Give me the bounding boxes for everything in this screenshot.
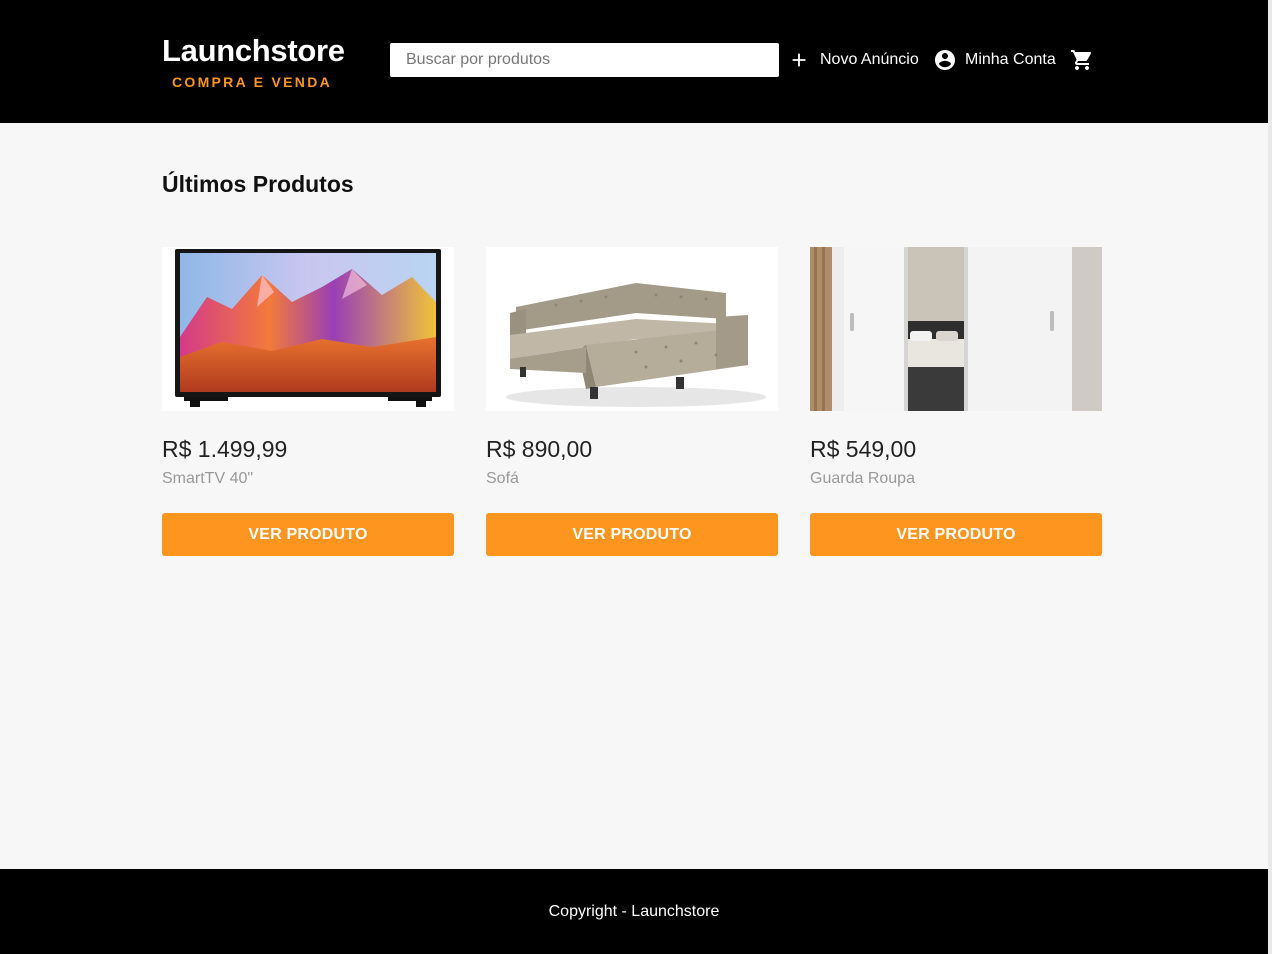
view-product-button[interactable]: VER PRODUTO [486,513,778,556]
new-ad-label: Novo Anúncio [820,51,919,68]
product-price: R$ 549,00 [810,436,917,462]
page-footer: Copyright - Launchstore [0,869,1268,954]
section-title: Últimos Produtos [162,171,354,197]
product-name: Guarda Roupa [810,470,915,487]
plus-icon [788,49,810,71]
product-name: SmartTV 40" [162,470,254,487]
product-card: R$ 1.499,99 SmartTV 40" VER PRODUTO [162,247,454,556]
wardrobe-image[interactable] [810,247,1102,411]
product-price: R$ 1.499,99 [162,436,288,462]
cart-icon[interactable] [1070,48,1094,72]
sofa-image[interactable] [486,247,778,411]
new-ad-link[interactable]: Novo Anúncio [788,48,919,72]
view-product-button[interactable]: VER PRODUTO [810,513,1102,556]
product-card: R$ 890,00 Sofá VER PRODUTO [486,247,778,556]
brand-logo[interactable]: Launchstore COMPRA E VENDA [162,33,345,90]
top-header: Launchstore COMPRA E VENDA Novo Anúncio … [0,0,1268,123]
tv-image[interactable] [162,247,454,411]
product-name: Sofá [486,470,519,487]
brand-subtitle: COMPRA E VENDA [171,74,333,90]
brand-title: Launchstore [162,33,345,68]
main-content: Últimos Produtos R$ 1.499,99 SmartTV 40"… [0,123,1268,869]
page-scrollbar[interactable] [1268,0,1272,954]
account-circle-icon [933,48,957,72]
copyright-text: Copyright - Launchstore [548,902,720,920]
search-input[interactable] [390,43,779,77]
product-card: R$ 549,00 Guarda Roupa VER PRODUTO [810,247,1102,556]
view-product-button[interactable]: VER PRODUTO [162,513,454,556]
product-price: R$ 890,00 [486,436,593,462]
my-account-link[interactable]: Minha Conta [933,48,1056,72]
my-account-label: Minha Conta [965,51,1056,68]
